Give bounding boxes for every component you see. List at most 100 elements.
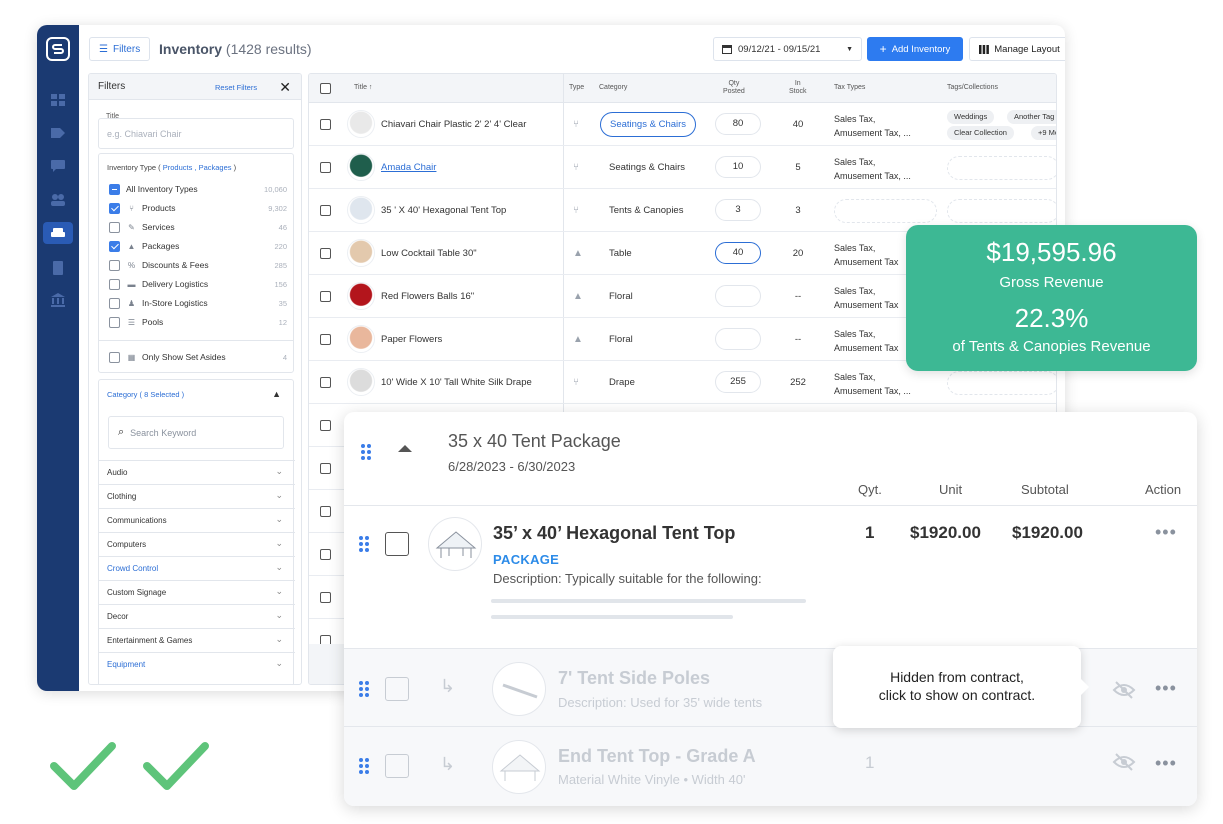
category-option[interactable]: Communications ⌄ xyxy=(99,508,295,532)
drag-handle-icon[interactable] xyxy=(358,757,370,775)
manage-layout-button[interactable]: Manage Layout xyxy=(969,37,1065,61)
checkbox[interactable] xyxy=(109,297,120,309)
inventory-type-option[interactable]: ⑂ Products 9,302 xyxy=(109,200,287,216)
more-actions-icon[interactable]: ••• xyxy=(1155,753,1177,774)
row-checkbox[interactable] xyxy=(320,549,331,560)
checkbox[interactable] xyxy=(109,202,120,214)
drag-handle-icon[interactable] xyxy=(358,680,370,698)
inventory-type-option[interactable]: ▬ Delivery Logistics 156 xyxy=(109,276,287,292)
close-icon[interactable]: ✕ xyxy=(279,79,291,96)
checkbox[interactable] xyxy=(109,183,120,195)
item-checkbox[interactable] xyxy=(385,677,409,701)
inventory-nav-item[interactable] xyxy=(43,222,73,244)
category-option[interactable]: Equipment ⌄ xyxy=(99,652,295,676)
col-type[interactable]: Type xyxy=(569,84,584,91)
category-option[interactable]: Entertainment & Games ⌄ xyxy=(99,628,295,652)
row-checkbox[interactable] xyxy=(320,463,331,474)
item-title-cell[interactable]: Amada Chair xyxy=(381,162,436,173)
more-actions-icon[interactable]: ••• xyxy=(1155,522,1177,543)
item-checkbox[interactable] xyxy=(385,532,409,556)
qty-posted-input[interactable] xyxy=(715,328,761,350)
filters-button[interactable]: ☰ Filters xyxy=(89,37,151,61)
drag-handle-icon[interactable] xyxy=(360,443,372,461)
tags-empty[interactable] xyxy=(947,156,1056,180)
category-option[interactable]: Custom Signage ⌄ xyxy=(99,580,295,604)
row-checkbox[interactable] xyxy=(320,377,331,388)
checkbox[interactable] xyxy=(109,278,120,290)
collapse-caret-icon[interactable] xyxy=(398,445,412,452)
qty-posted-input[interactable]: 3 xyxy=(715,199,761,221)
tag-chip[interactable]: Clear Collection xyxy=(947,126,1014,140)
pole-image xyxy=(502,683,538,699)
row-checkbox[interactable] xyxy=(320,420,331,431)
hidden-eye-icon[interactable] xyxy=(1112,680,1136,705)
qty-posted-input[interactable]: 40 xyxy=(715,242,761,264)
checkbox[interactable] xyxy=(109,221,120,233)
tags-empty[interactable] xyxy=(947,199,1056,223)
checkbox[interactable] xyxy=(109,316,120,328)
checkbox[interactable] xyxy=(109,240,120,252)
sub-item-qty: 1 xyxy=(865,753,875,772)
more-actions-icon[interactable]: ••• xyxy=(1155,678,1177,699)
chat-icon[interactable] xyxy=(50,159,66,173)
bank-icon[interactable] xyxy=(50,293,66,307)
inventory-type-option[interactable]: ♟ In-Store Logistics 35 xyxy=(109,295,287,311)
hidden-eye-icon[interactable] xyxy=(1112,752,1136,777)
qty-posted-input[interactable]: 10 xyxy=(715,156,761,178)
tag-chip[interactable]: Another Tag xyxy=(1007,110,1056,124)
col-tax-types[interactable]: Tax Types xyxy=(834,84,865,91)
row-checkbox[interactable] xyxy=(320,592,331,603)
inventory-type-option[interactable]: All Inventory Types 10,060 xyxy=(109,181,287,197)
qty-posted-input[interactable] xyxy=(715,285,761,307)
category-option[interactable]: Decor ⌄ xyxy=(99,604,295,628)
qty-posted-input[interactable]: 80 xyxy=(715,113,761,135)
col-title[interactable]: Title ↑ xyxy=(354,84,372,91)
inventory-type-option[interactable]: ☰ Pools 12 xyxy=(109,314,287,330)
row-checkbox[interactable] xyxy=(320,162,331,173)
title-filter-input[interactable]: e.g. Chiavari Chair xyxy=(98,118,294,149)
row-checkbox[interactable] xyxy=(320,205,331,216)
app-logo-icon[interactable] xyxy=(46,37,70,61)
keyword-search-input[interactable]: ⌕ Search Keyword xyxy=(108,416,284,449)
tax-types-empty[interactable] xyxy=(834,199,937,223)
category-filter: Category ( 8 Selected ) ▲ ⌕ Search Keywo… xyxy=(98,379,295,684)
inventory-type-option[interactable]: % Discounts & Fees 285 xyxy=(109,257,287,273)
qty-posted-input[interactable]: 255 xyxy=(715,371,761,393)
chevron-up-icon[interactable]: ▲ xyxy=(272,389,281,399)
row-checkbox[interactable] xyxy=(320,506,331,517)
select-all-checkbox[interactable] xyxy=(320,83,331,94)
document-icon[interactable] xyxy=(50,261,66,275)
category-option[interactable]: Crowd Control ⌄ xyxy=(99,556,295,580)
tag-chip[interactable]: Weddings xyxy=(947,110,995,124)
category-option[interactable]: Audio ⌄ xyxy=(99,460,295,484)
drag-handle-icon[interactable] xyxy=(358,535,370,553)
checkbox[interactable] xyxy=(109,351,120,363)
row-checkbox[interactable] xyxy=(320,334,331,345)
col-tags[interactable]: Tags/Collections xyxy=(947,84,998,91)
col-in-stock[interactable]: In Stock xyxy=(789,80,807,96)
inventory-type-option[interactable]: ✎ Services 46 xyxy=(109,219,287,235)
row-checkbox[interactable] xyxy=(320,119,331,130)
users-icon[interactable] xyxy=(50,193,66,207)
category-option[interactable]: Clothing ⌄ xyxy=(99,484,295,508)
item-checkbox[interactable] xyxy=(385,754,409,778)
package-type-icon: ▲ xyxy=(573,248,583,259)
inventory-type-option[interactable]: ▲ Packages 220 xyxy=(109,238,287,254)
reset-filters-link[interactable]: Reset Filters xyxy=(215,83,257,92)
tag-nav-icon[interactable] xyxy=(50,126,66,140)
dashboard-icon[interactable] xyxy=(50,93,66,107)
category-option[interactable]: Computers ⌄ xyxy=(99,532,295,556)
tags-empty[interactable] xyxy=(947,371,1056,395)
col-qty-posted[interactable]: Qty Posted xyxy=(723,80,745,96)
add-inventory-button[interactable]: + Add Inventory xyxy=(867,37,963,61)
category-cell[interactable]: Seatings & Chairs xyxy=(600,112,697,137)
row-checkbox[interactable] xyxy=(320,248,331,259)
row-checkbox[interactable] xyxy=(320,291,331,302)
tag-chip[interactable]: +9 More xyxy=(1031,126,1056,140)
checkbox[interactable] xyxy=(109,259,120,271)
set-asides-checkbox-row[interactable]: ▦ Only Show Set Asides 4 xyxy=(109,349,287,365)
date-range-picker[interactable]: 09/12/21 - 09/15/21 ▼ xyxy=(713,37,862,61)
hidden-contract-tooltip: Hidden from contract, click to show on c… xyxy=(833,646,1089,728)
col-category[interactable]: Category xyxy=(599,84,627,91)
in-stock-cell: 20 xyxy=(792,248,804,259)
